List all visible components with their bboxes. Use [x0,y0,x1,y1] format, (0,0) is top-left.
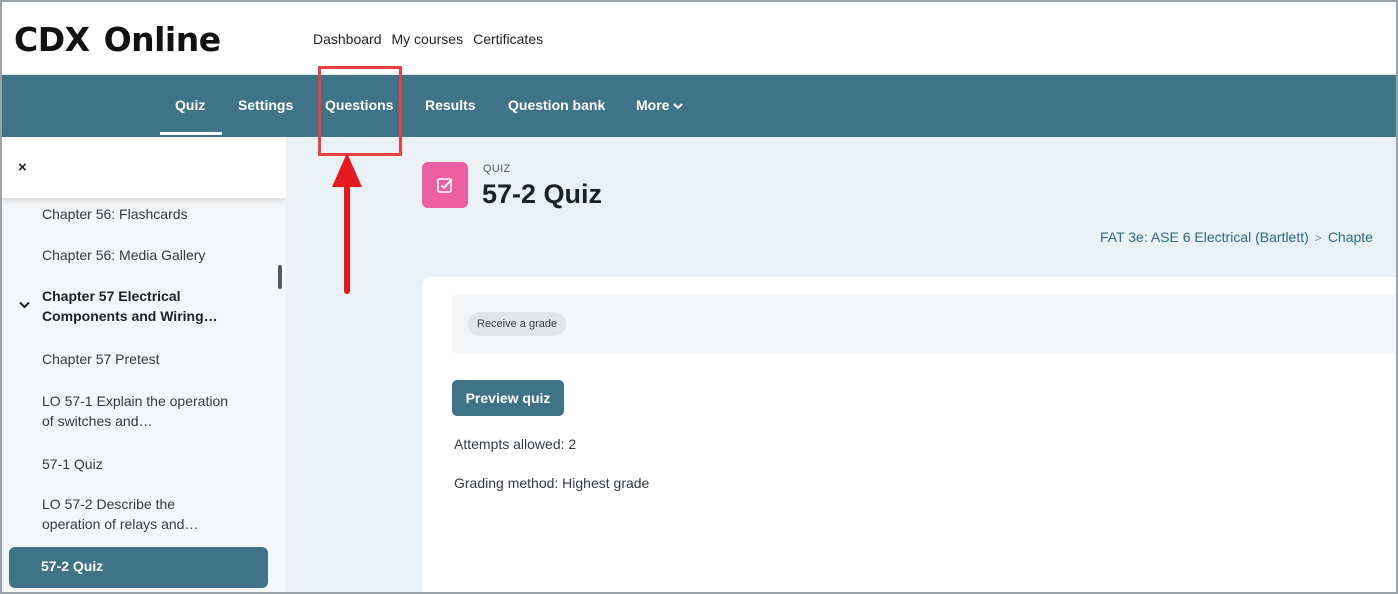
drawer-item-57-1-quiz[interactable]: 57-1 Quiz [42,454,242,474]
drawer-item-flashcards[interactable]: Chapter 56: Flashcards [42,204,242,224]
chevron-right-icon: > [1314,231,1322,245]
chevron-down-icon [673,103,684,110]
preview-quiz-button[interactable]: Preview quiz [452,380,564,416]
chevron-down-icon[interactable] [19,301,30,309]
tab-more[interactable]: More [636,97,684,113]
primary-nav: Dashboard My courses Certificates [313,31,543,47]
completion-requirements [452,294,1396,354]
breadcrumb: FAT 3e: ASE 6 Electrical (Bartlett) > Chap… [1100,229,1373,245]
drawer-item-media-gallery[interactable]: Chapter 56: Media Gallery [42,245,242,265]
drawer-scrollbar[interactable] [278,265,282,289]
drawer-section-chapter-57[interactable]: Chapter 57 Electrical Components and Wir… [42,286,242,326]
logo-text-cdx: CDX [14,20,90,59]
nav-certificates[interactable]: Certificates [473,31,543,47]
completion-badge: Receive a grade [468,312,567,336]
checkbox-icon [437,178,453,193]
grading-method-text: Grading method: Highest grade [454,475,650,491]
attempts-allowed-text: Attempts allowed: 2 [454,436,577,452]
site-logo[interactable]: CDX Online [14,20,221,59]
nav-dashboard[interactable]: Dashboard [313,31,382,47]
active-tab-indicator [160,132,222,135]
tab-question-bank[interactable]: Question bank [508,97,605,113]
tab-questions[interactable]: Questions [325,97,393,113]
secondary-nav: Quiz Settings Questions Results Question… [2,75,1396,137]
site-header: CDX Online Dashboard My courses Certific… [2,2,1396,75]
tab-results[interactable]: Results [425,97,476,113]
activity-type-label: QUIZ [483,163,511,175]
drawer-header: × [2,137,286,198]
annotation-arrow-shaft [344,182,350,294]
drawer-item-lo-57-1[interactable]: LO 57-1 Explain the operation of switche… [42,391,232,431]
nav-my-courses[interactable]: My courses [392,31,464,47]
breadcrumb-course[interactable]: FAT 3e: ASE 6 Electrical (Bartlett) [1100,229,1309,245]
breadcrumb-chapter[interactable]: Chapte [1328,229,1373,245]
drawer-item-57-2-quiz[interactable]: 57-2 Quiz [9,547,268,588]
tab-more-label: More [636,97,670,113]
tab-quiz[interactable]: Quiz [175,97,205,113]
page-title: 57-2 Quiz [482,179,603,209]
app-window: CDX Online Dashboard My courses Certific… [0,0,1398,594]
drawer-item-pretest[interactable]: Chapter 57 Pretest [42,349,242,369]
quiz-activity-icon [422,162,468,208]
logo-text-online: Online [103,20,222,59]
close-icon[interactable]: × [18,159,27,176]
drawer-item-label: 57-2 Quiz [41,558,104,574]
tab-settings[interactable]: Settings [238,97,293,113]
drawer-item-lo-57-2[interactable]: LO 57-2 Describe the operation of relays… [42,494,232,534]
